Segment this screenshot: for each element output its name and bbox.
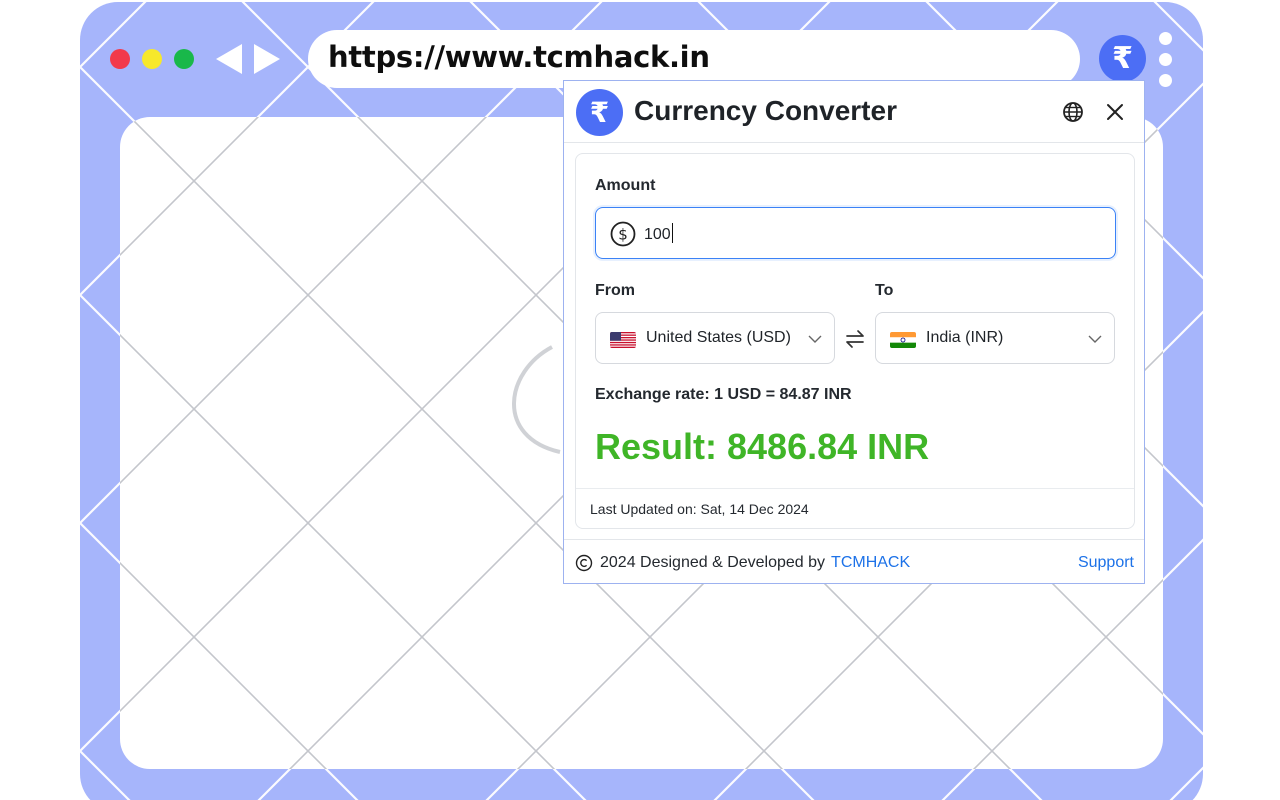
svg-text:$: $ bbox=[618, 226, 628, 244]
close-icon[interactable] bbox=[1104, 101, 1126, 123]
amount-label: Amount bbox=[595, 177, 656, 194]
to-currency-select[interactable]: India (INR) bbox=[875, 312, 1115, 364]
swap-arrows-icon[interactable] bbox=[844, 328, 866, 350]
conversion-result: Result: 8486.84 INR bbox=[595, 426, 930, 467]
exchange-rate-text: Exchange rate: 1 USD = 84.87 INR bbox=[595, 386, 852, 403]
popup-title: Currency Converter bbox=[634, 95, 897, 126]
forward-arrow-icon[interactable] bbox=[252, 42, 282, 76]
converter-card: Amount $ 100 From To United States (USD)… bbox=[575, 153, 1135, 529]
to-currency-value: India (INR) bbox=[926, 329, 1004, 346]
tcmhack-link[interactable]: TCMHACK bbox=[831, 554, 910, 571]
back-arrow-icon[interactable] bbox=[214, 42, 244, 76]
us-flag-icon bbox=[610, 332, 636, 348]
from-label: From bbox=[595, 282, 635, 299]
from-currency-value: United States (USD) bbox=[646, 329, 791, 346]
from-currency-select[interactable]: United States (USD) bbox=[595, 312, 835, 364]
amount-value: 100 bbox=[644, 226, 671, 243]
window-close-button[interactable] bbox=[110, 49, 130, 69]
copyright-icon bbox=[575, 554, 593, 572]
globe-icon[interactable] bbox=[1061, 100, 1085, 124]
rupee-logo-icon: ₹ bbox=[576, 89, 623, 136]
chevron-down-icon bbox=[808, 335, 822, 343]
card-footer: Last Updated on: Sat, 14 Dec 2024 bbox=[576, 488, 1134, 528]
window-minimize-button[interactable] bbox=[142, 49, 162, 69]
credits-text: 2024 Designed & Developed by bbox=[600, 554, 826, 571]
chevron-down-icon bbox=[1088, 335, 1102, 343]
currency-extension-button[interactable]: ₹ bbox=[1099, 35, 1146, 82]
text-cursor bbox=[671, 223, 673, 243]
popup-header: ₹ Currency Converter bbox=[564, 81, 1144, 143]
last-updated-text: Last Updated on: Sat, 14 Dec 2024 bbox=[590, 501, 809, 517]
window-maximize-button[interactable] bbox=[174, 49, 194, 69]
popup-footer: 2024 Designed & Developed by TCMHACK Supp… bbox=[564, 539, 1144, 584]
support-link[interactable]: Support bbox=[1078, 554, 1134, 572]
browser-menu-icon[interactable] bbox=[1159, 32, 1173, 95]
extension-popup: ₹ Currency Converter Amount $ 100 From T… bbox=[563, 80, 1145, 584]
amount-input[interactable]: $ 100 bbox=[595, 207, 1116, 259]
to-label: To bbox=[875, 282, 894, 299]
india-flag-icon bbox=[890, 332, 916, 348]
dollar-circle-icon: $ bbox=[610, 221, 636, 247]
url-text: https://www.tcmhack.in bbox=[328, 40, 710, 74]
